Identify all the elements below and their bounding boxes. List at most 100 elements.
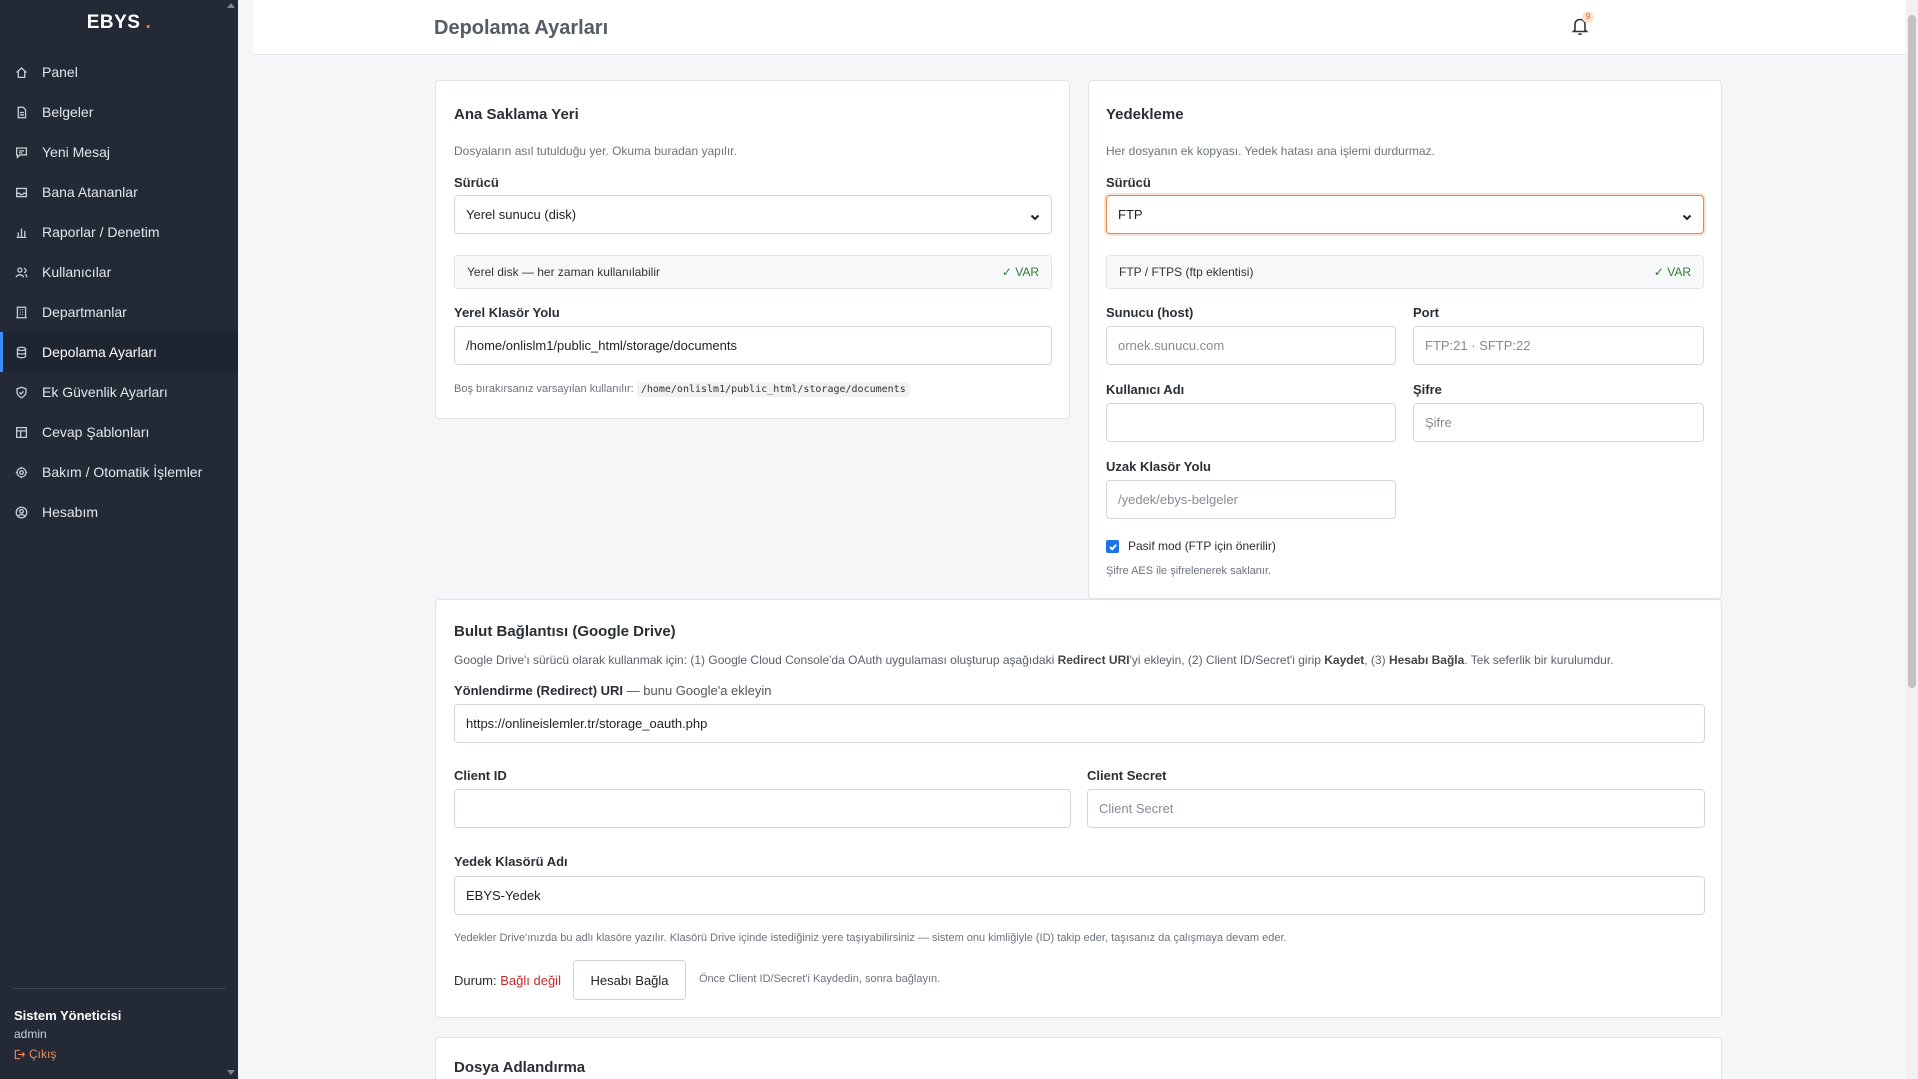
instructions-part: , (3) (1364, 653, 1389, 667)
page-title: Depolama Ayarları (434, 17, 609, 39)
primary-storage-card: Ana Saklama Yeri Dosyaların asıl tutuldu… (435, 80, 1070, 419)
users-icon (14, 265, 28, 279)
user-name: Sistem Yöneticisi (14, 1008, 122, 1023)
passive-mode-checkbox[interactable] (1106, 540, 1119, 553)
remote-path-input[interactable] (1106, 480, 1396, 519)
redirect-label-text: Yönlendirme (Redirect) URI (454, 683, 624, 698)
backup-folder-input[interactable] (454, 876, 1705, 915)
primary-path-input[interactable] (454, 326, 1052, 365)
host-input[interactable] (1106, 326, 1396, 365)
instructions-bold: Kaydet (1324, 653, 1365, 667)
sidebar-item-depolama-ayarlari[interactable]: Depolama Ayarları (0, 332, 238, 372)
sidebar-item-yeni-mesaj[interactable]: Yeni Mesaj (0, 132, 238, 172)
password-input[interactable] (1413, 403, 1704, 442)
client-secret-input[interactable] (1087, 789, 1705, 828)
message-icon (14, 145, 28, 159)
instructions-part: 'yi ekleyin, (2) Client ID/Secret'i giri… (1129, 653, 1325, 667)
backup-folder-label: Yedek Klasörü Adı (454, 854, 568, 869)
database-icon (14, 345, 28, 359)
notification-bell[interactable]: 9 (1571, 11, 1594, 38)
sidebar-item-cevap-sablonlari[interactable]: Cevap Şablonları (0, 412, 238, 452)
connect-account-button[interactable]: Hesabı Bağla (573, 960, 686, 1000)
primary-storage-title: Ana Saklama Yeri (454, 106, 579, 123)
file-naming-title: Dosya Adlandırma (454, 1059, 586, 1076)
sidebar-item-label: Departmanlar (42, 304, 127, 320)
backup-driver-label: Sürücü (1106, 175, 1151, 190)
client-id-input[interactable] (454, 789, 1071, 828)
check-icon (1108, 543, 1117, 551)
sidebar-item-bakim[interactable]: Bakım / Otomatik İşlemler (0, 452, 238, 492)
backup-status-badge: ✓ VAR (1653, 265, 1691, 279)
brand-logo[interactable]: EBYS. (0, 0, 238, 46)
sidebar-user: Sistem Yöneticisi admin Çıkış (14, 1008, 121, 1061)
brand-dot: . (145, 12, 152, 33)
backup-driver-value: FTP (1118, 207, 1143, 222)
username-input[interactable] (1106, 403, 1396, 442)
user-circle-icon (14, 505, 28, 519)
sidebar-item-raporlar[interactable]: Raporlar / Denetim (0, 212, 238, 252)
primary-status-badge: ✓ VAR (1001, 265, 1039, 279)
sidebar-item-label: Belgeler (42, 104, 94, 120)
sidebar-item-label: Kullanıcılar (42, 264, 112, 280)
sidebar-scroll-down-arrow-icon[interactable] (227, 1070, 235, 1075)
primary-driver-select[interactable]: Yerel sunucu (disk) (454, 195, 1052, 234)
sidebar-item-label: Bana Atananlar (42, 184, 138, 200)
sidebar-item-hesabim[interactable]: Hesabım (0, 492, 238, 532)
sidebar-item-departmanlar[interactable]: Departmanlar (0, 292, 238, 332)
logout-label: Çıkış (29, 1047, 57, 1061)
sidebar-item-label: Panel (42, 64, 78, 80)
status-label: Durum: (454, 973, 497, 988)
instructions-bold: Redirect URI (1057, 653, 1130, 667)
sidebar-item-kullanicilar[interactable]: Kullanıcılar (0, 252, 238, 292)
client-id-label: Client ID (454, 768, 507, 783)
primary-hint-default-path: /home/onlislm1/public_html/storage/docum… (636, 382, 910, 397)
sidebar-item-label: Ek Güvenlik Ayarları (42, 384, 168, 400)
backup-folder-note: Yedekler Drive'ınızda bu adlı klasöre ya… (454, 932, 1287, 944)
document-icon (14, 105, 28, 119)
template-icon (14, 425, 28, 439)
gear-icon (14, 465, 28, 479)
primary-driver-label: Sürücü (454, 175, 499, 190)
brand-name: EBYS (86, 12, 141, 33)
instructions-bold: Hesabı Bağla (1388, 653, 1465, 667)
sidebar-item-bana-atananlar[interactable]: Bana Atananlar (0, 172, 238, 212)
redirect-uri-input[interactable] (454, 704, 1705, 743)
logout-link[interactable]: Çıkış (14, 1047, 121, 1061)
sidebar-item-belgeler[interactable]: Belgeler (0, 92, 238, 132)
backup-title: Yedekleme (1106, 106, 1184, 123)
page-scrollbar[interactable] (1906, 0, 1918, 1079)
page-scrollbar-thumb[interactable] (1908, 15, 1916, 688)
chevron-down-icon (1030, 210, 1040, 220)
shield-icon (14, 385, 28, 399)
client-secret-label: Client Secret (1087, 768, 1167, 783)
logout-icon (14, 1049, 25, 1059)
sidebar-item-label: Bakım / Otomatik İşlemler (42, 464, 203, 480)
primary-hint-text: Boş bırakırsanız varsayılan kullanılır: (454, 383, 634, 395)
sidebar-item-ek-guvenlik[interactable]: Ek Güvenlik Ayarları (0, 372, 238, 412)
backup-driver-select[interactable]: FTP (1106, 195, 1704, 234)
sidebar-scroll-up-arrow-icon[interactable] (227, 3, 235, 8)
port-input[interactable] (1413, 326, 1704, 365)
primary-driver-status: Yerel disk — her zaman kullanılabilir ✓ … (454, 255, 1052, 289)
remote-path-label: Uzak Klasör Yolu (1106, 459, 1211, 474)
building-icon (14, 305, 28, 319)
host-label: Sunucu (host) (1106, 305, 1194, 320)
passive-mode-label[interactable]: Pasif mod (FTP için önerilir) (1128, 539, 1276, 553)
redirect-label-suffix: — bunu Google'a ekleyin (623, 683, 772, 698)
primary-status-text: Yerel disk — her zaman kullanılabilir (467, 265, 660, 279)
connection-status: Durum: Bağlı değil (454, 973, 561, 988)
primary-storage-description: Dosyaların asıl tutulduğu yer. Okuma bur… (454, 144, 737, 158)
sidebar-item-label: Cevap Şablonları (42, 424, 150, 440)
top-header: Depolama Ayarları 9 (253, 0, 1906, 55)
home-icon (14, 65, 28, 79)
port-label: Port (1413, 305, 1439, 320)
inbox-icon (14, 185, 28, 199)
backup-driver-status: FTP / FTPS (ftp eklentisi) ✓ VAR (1106, 255, 1704, 289)
primary-driver-value: Yerel sunucu (disk) (466, 207, 577, 222)
password-label: Şifre (1413, 382, 1442, 397)
sidebar-nav: Panel Belgeler Yeni Mesaj Bana Atananlar… (0, 52, 238, 532)
redirect-uri-label: Yönlendirme (Redirect) URI — bunu Google… (454, 683, 772, 698)
sidebar-item-panel[interactable]: Panel (0, 52, 238, 92)
primary-path-hint: Boş bırakırsanız varsayılan kullanılır: … (454, 382, 910, 397)
sidebar-item-label: Yeni Mesaj (42, 144, 110, 160)
